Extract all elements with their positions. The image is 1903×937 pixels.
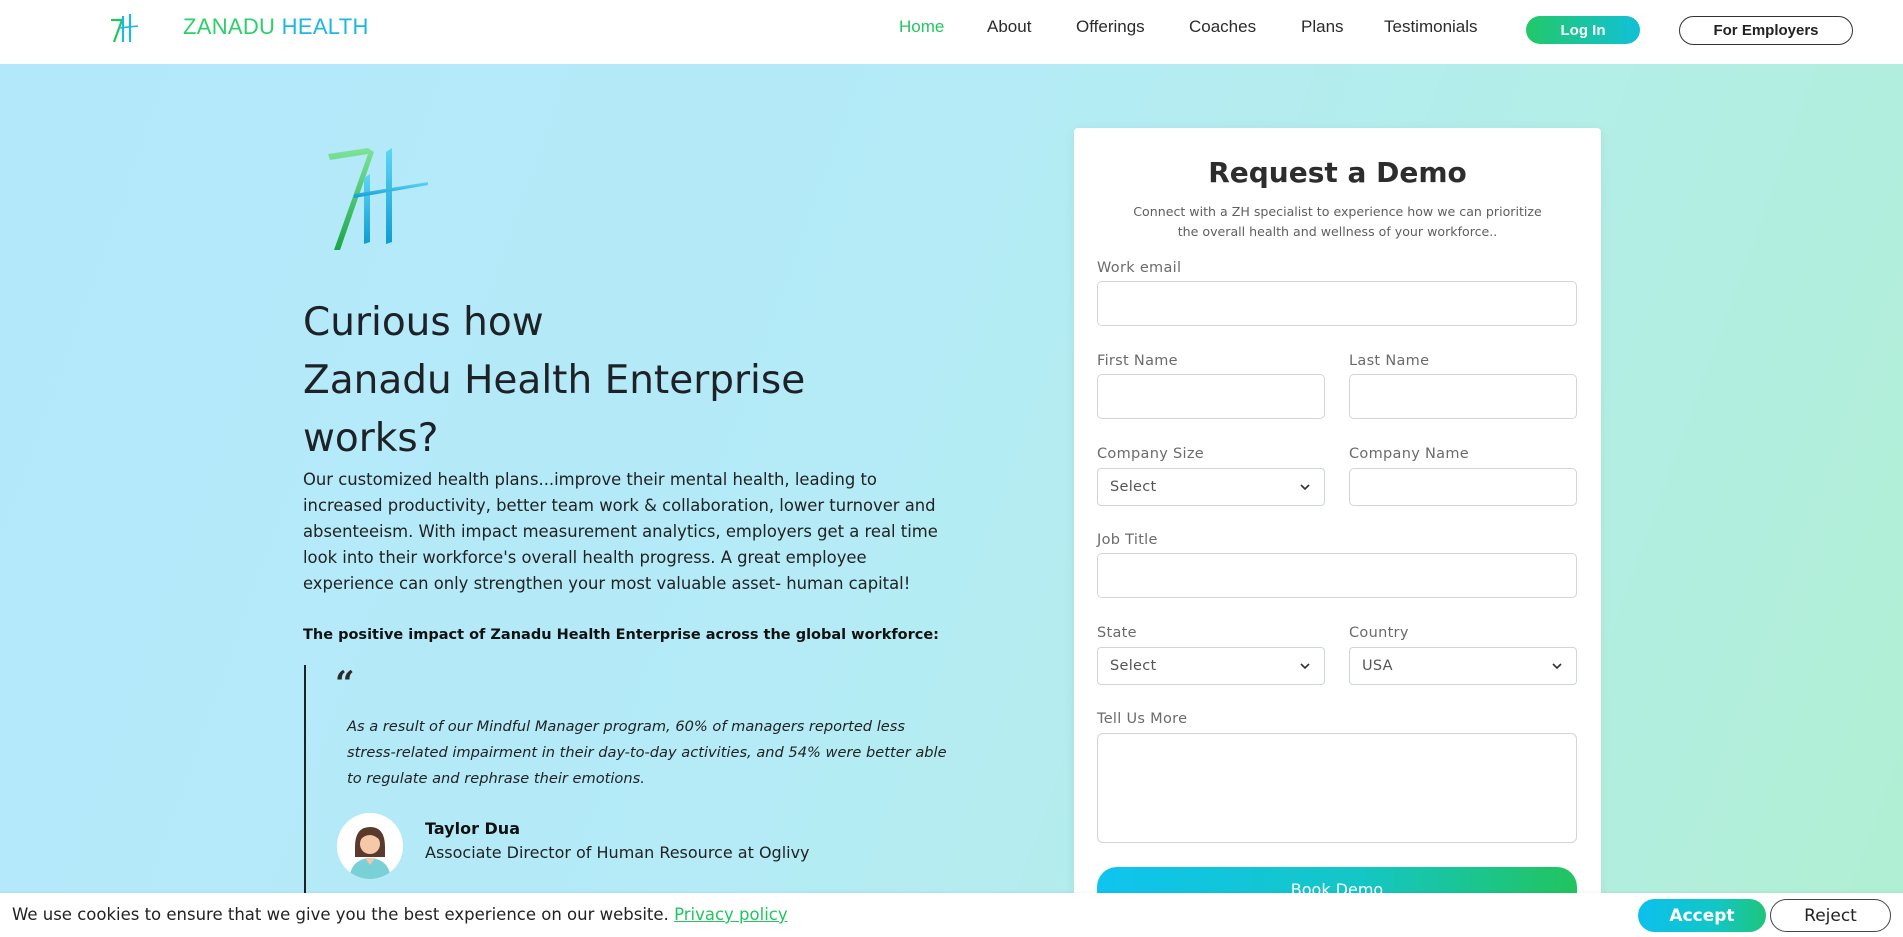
author-name: Taylor Dua: [425, 819, 520, 838]
cookie-text: We use cookies to ensure that we give yo…: [12, 905, 669, 924]
first-name-label: First Name: [1097, 353, 1178, 369]
state-label: State: [1097, 625, 1137, 641]
nav-plans[interactable]: Plans: [1301, 17, 1344, 37]
hero-title-line-2: Zanadu Health Enterprise: [303, 358, 806, 403]
impact-heading: The positive impact of Zanadu Health Ent…: [303, 627, 939, 643]
avatar-icon: [337, 813, 403, 879]
testimonial-quote: As a result of our Mindful Manager progr…: [347, 718, 947, 787]
country-value: USA: [1362, 658, 1393, 674]
author-role: Associate Director of Human Resource at …: [425, 843, 810, 862]
country-select[interactable]: USA: [1349, 647, 1577, 685]
brand-word-1: ZANADU: [183, 14, 276, 39]
request-demo-card: Request a Demo Connect with a ZH special…: [1074, 128, 1601, 928]
cookie-banner: We use cookies to ensure that we give yo…: [0, 893, 1903, 937]
company-name-label: Company Name: [1349, 446, 1469, 462]
accept-cookies-button[interactable]: Accept: [1638, 899, 1766, 932]
quote-divider: [304, 665, 306, 895]
author-avatar: [337, 813, 403, 879]
state-select[interactable]: Select: [1097, 647, 1325, 685]
privacy-policy-link[interactable]: Privacy policy: [674, 905, 788, 924]
company-name-input[interactable]: [1349, 468, 1577, 506]
nav-about[interactable]: About: [987, 17, 1031, 37]
country-label: Country: [1349, 625, 1409, 641]
login-button[interactable]: Log In: [1526, 16, 1640, 44]
zh-logo-icon[interactable]: [108, 12, 144, 48]
work-email-input[interactable]: [1097, 281, 1577, 326]
reject-cookies-button[interactable]: Reject: [1770, 899, 1891, 932]
nav-offerings[interactable]: Offerings: [1076, 17, 1145, 37]
last-name-label: Last Name: [1349, 353, 1430, 369]
hero-description: Our customized health plans...improve th…: [303, 470, 938, 593]
job-title-label: Job Title: [1097, 532, 1158, 548]
work-email-label: Work email: [1097, 260, 1182, 276]
tell-more-label: Tell Us More: [1097, 711, 1188, 727]
form-subtitle: Connect with a ZH specialist to experien…: [1133, 204, 1542, 239]
cookie-message: We use cookies to ensure that we give yo…: [12, 905, 788, 924]
company-size-value: Select: [1110, 479, 1157, 495]
chevron-down-icon: [1300, 663, 1310, 670]
nav-testimonials[interactable]: Testimonials: [1384, 17, 1478, 37]
chevron-down-icon: [1300, 484, 1310, 491]
brand-word-2: HEALTH: [281, 14, 369, 39]
hero-title-line-1: Curious how: [303, 300, 544, 345]
tell-more-textarea[interactable]: [1097, 733, 1577, 843]
chevron-down-icon: [1552, 663, 1562, 670]
hero-title: Curious how Zanadu Health Enterprise wor…: [303, 294, 923, 468]
zh-logo-icon: [328, 148, 428, 250]
form-title: Request a Demo: [1208, 156, 1467, 189]
for-employers-button[interactable]: For Employers: [1679, 16, 1853, 45]
job-title-input[interactable]: [1097, 553, 1577, 598]
state-value: Select: [1110, 658, 1157, 674]
first-name-input[interactable]: [1097, 374, 1325, 419]
nav-coaches[interactable]: Coaches: [1189, 17, 1256, 37]
brand-name[interactable]: ZANADU HEALTH: [183, 14, 369, 40]
company-size-label: Company Size: [1097, 446, 1204, 462]
quote-mark: “: [335, 664, 355, 704]
hero-title-line-3: works?: [303, 416, 439, 461]
company-size-select[interactable]: Select: [1097, 468, 1325, 506]
nav-home[interactable]: Home: [899, 17, 944, 37]
last-name-input[interactable]: [1349, 374, 1577, 419]
site-header: ZANADU HEALTH Home About Offerings Coach…: [0, 0, 1903, 64]
